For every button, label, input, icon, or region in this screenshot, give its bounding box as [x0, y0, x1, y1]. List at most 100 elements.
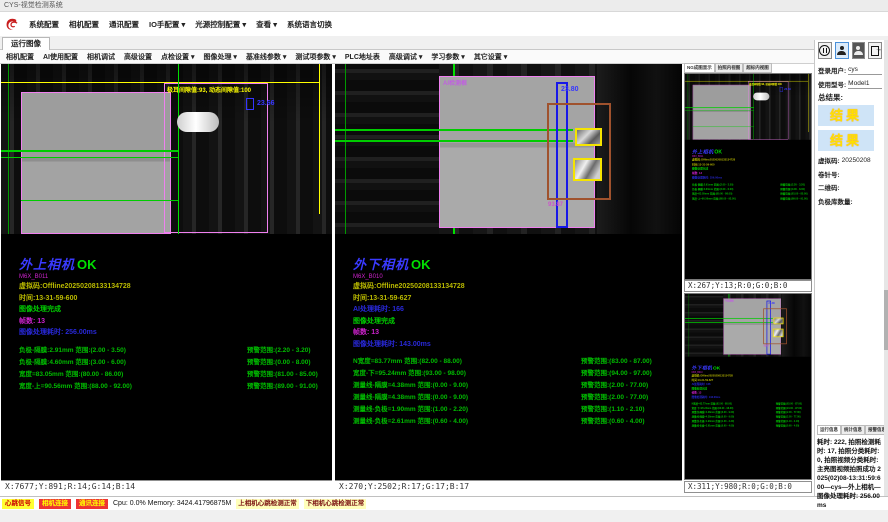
toolbar-ai-config[interactable]: AI使用配置 [43, 52, 78, 62]
measurement-row: 测量线-负极=2.61mm 范围:(0.60 - 4.00)预警范围:(0.60… [353, 416, 678, 428]
result-ok-badge: OK [411, 257, 431, 272]
camera-name: 外上相机 [19, 257, 75, 272]
menu-item-view[interactable]: 查看 ▾ [256, 19, 277, 30]
toolbar-advanced-settings[interactable]: 高级设置 [124, 52, 152, 62]
model-value[interactable]: Model1 [848, 80, 882, 89]
menu-item-camera-config[interactable]: 相机配置 [69, 19, 99, 30]
measurement-row: 宽度-上=90.56mm 范围:(88.00 - 92.00)预警范围:(89.… [692, 196, 812, 201]
camera-image-top[interactable]: 极耳间隙值:93, 动态间隙值:100 23.66 [1, 64, 332, 234]
toolbar-learning-params[interactable]: 学习参数 ▾ [431, 52, 464, 62]
ai-detect-label: AI检测框 [443, 78, 467, 87]
measurement-row: 宽度-上=90.56mm 范围:(88.00 - 92.00)预警范围:(89.… [19, 381, 328, 393]
toolbar-plc-address[interactable]: PLC地址表 [345, 52, 380, 62]
toolbar-camera-config[interactable]: 相机配置 [6, 52, 34, 62]
operator-button[interactable] [852, 42, 866, 59]
camera-panel-bottom: AI检测框 23.80 93.87 外下相机OK M6X_B010 虚拟码:Of… [335, 64, 682, 493]
camera-image-bottom[interactable]: AI检测框 23.80 93.87 [335, 64, 682, 234]
ai-time-line: AI处理耗时: 166 [353, 304, 678, 316]
thumbnail-top-camera-content: 极耳间隙值:93, 动态间隙值:100 23.66 外上相机OK M6X_B01… [685, 74, 812, 235]
camera-connect-badge: 相机连接 [39, 499, 71, 509]
measure-value-label-2: 93.87 [764, 345, 770, 347]
measure-bracket [246, 98, 254, 110]
info-tab-run[interactable]: 运行信息 [817, 425, 841, 435]
run-info-text: 耗时: 222, 拍照检测耗时: 17, 拍照分类耗时: 0, 拍照视频分类耗时… [817, 438, 881, 510]
toolbar-baseline-params[interactable]: 基准线参数 ▾ [246, 52, 286, 62]
measurement-row: 测量线-隔膜=4.38mm 范围:(0.00 - 9.00)预警范围:(2.00… [353, 380, 678, 392]
toolbar-test-params[interactable]: 测试项参数 ▾ [295, 52, 335, 62]
toolbar-advanced-debug[interactable]: 高级调试 ▾ [389, 52, 422, 62]
tab-run-image[interactable]: 运行图像 [2, 37, 50, 50]
camera-info-lines: 虚拟码:Offline20250208133134728 时间:13-31-59… [19, 281, 328, 339]
weld-detect-rect [575, 128, 602, 146]
menu-item-light-config[interactable]: 光源控制配置 ▾ [195, 19, 246, 30]
toolbar-other-settings[interactable]: 其它设置 ▾ [474, 52, 507, 62]
camera-image-bottom[interactable]: AI检测框 23.80 93.87 [685, 294, 812, 357]
qr-code-label: 二维码: [818, 182, 840, 192]
total-result-label: 总结果: [818, 92, 882, 103]
menu-item-system-config[interactable]: 系统配置 [29, 19, 59, 30]
app-logo-icon [4, 17, 19, 32]
camera-image-top[interactable]: 极耳间隙值:93, 动态间隙值:100 23.66 [685, 74, 812, 140]
measurement-row: 测量线-负极=1.90mm 范围:(1.00 - 2.20)预警范围:(1.10… [353, 404, 678, 416]
winding-pin-field: 卷针号: [818, 169, 882, 179]
exit-button[interactable] [868, 42, 882, 59]
ai-detect-label: AI检测框 [725, 299, 734, 302]
menu-item-language-switch[interactable]: 系统语言切换 [287, 19, 332, 30]
thumb-tab-over-limit-view[interactable]: 超标内视图 [743, 63, 772, 73]
measure-line [685, 322, 773, 323]
frame-count-line: 帧数: 13 [353, 327, 678, 339]
result-box-bottom: 结果 [818, 130, 874, 151]
yellow-reference-line-vertical [319, 64, 320, 214]
login-user-value[interactable]: cys [848, 66, 882, 75]
toolbar-camera-debug[interactable]: 相机调试 [87, 52, 115, 62]
camera-sub-code: M6X_B010 [353, 273, 678, 281]
toolbar-spot-check[interactable]: 点检设置 ▾ [161, 52, 194, 62]
side-scrollbar-thumb[interactable] [884, 290, 888, 350]
camera-result-title: 外上相机OK [692, 148, 812, 155]
measure-line [335, 140, 573, 142]
guide-line [345, 64, 346, 234]
menu-item-comm-config[interactable]: 通讯配置 [109, 19, 139, 30]
camera-info-lines: 虚拟码:Offline20250208133134728 时间:13-31-59… [692, 158, 812, 180]
winding-pin-label: 卷针号: [818, 169, 840, 179]
winding-pin-value [842, 171, 882, 179]
virtual-code-line: 虚拟码:Offline20250208133134728 [353, 281, 678, 293]
toolbar-image-processing[interactable]: 图像处理 ▾ [203, 52, 236, 62]
bottom-filler [0, 510, 888, 522]
thumb-tab-photo-view[interactable]: 拍照内视图 [715, 63, 744, 73]
time-line: 时间:13-31-59-600 [19, 293, 328, 305]
camera-result-title: 外下相机OK [353, 254, 678, 273]
login-user-button[interactable] [835, 42, 849, 59]
toolbar: 相机配置 AI使用配置 相机调试 高级设置 点检设置 ▾ 图像处理 ▾ 基准线参… [0, 50, 888, 64]
process-time-line: 图像处理耗时: 256.00ms [692, 176, 812, 180]
gap-value-overlay-text: 极耳间隙值:93, 动态间隙值:100 [749, 82, 782, 85]
machine-texture [685, 294, 723, 357]
anode-count-field: 负极库数量: [818, 196, 882, 206]
menu-item-io-config[interactable]: IO手配置 ▾ [149, 19, 185, 30]
info-tab-stats[interactable]: 统计信息 [841, 425, 865, 435]
result-ok-badge: OK [714, 149, 722, 155]
measure-line [21, 200, 178, 201]
camera-info-lines: 虚拟码:Offline20250208133134728 时间:13-31-59… [353, 281, 678, 350]
thumbnail-top-camera[interactable]: 极耳间隙值:93, 动态间隙值:100 23.66 外上相机OK M6X_B01… [684, 73, 812, 280]
measure-line-vertical [178, 64, 179, 234]
anode-count-label: 负极库数量: [818, 196, 853, 206]
measure-value-label: 23.66 [257, 100, 275, 107]
measure-line [1, 150, 178, 152]
model-label: 使用型号: [818, 79, 846, 89]
virtual-code-line: 虚拟码:Offline20250208133134728 [19, 281, 328, 293]
menu-bar: 系统配置 相机配置 通讯配置 IO手配置 ▾ 光源控制配置 ▾ 查看 ▾ 系统语… [0, 12, 888, 36]
gap-value-overlay-text: 极耳间隙值:93, 动态间隙值:100 [167, 85, 251, 94]
pause-button[interactable] [818, 42, 832, 59]
thumb-tab-ng-display[interactable]: NG成图显示 [684, 63, 715, 73]
window-titlebar: CYS-视觉检测系统 [0, 0, 888, 12]
thumbnail-bottom-camera[interactable]: AI检测框 23.80 93.87 外下相机OK M6X_B010 虚拟码:Of… [684, 293, 812, 480]
weld-detect-rect [573, 158, 602, 181]
machine-texture [335, 64, 439, 234]
side-scrollbar[interactable] [884, 40, 888, 496]
ai-roi-brown-rect [547, 103, 611, 200]
probe-blob [753, 93, 769, 101]
guide-line [8, 64, 9, 234]
camera-result-text-bottom: 外下相机OK M6X_B010 虚拟码:Offline2025020813313… [692, 364, 812, 428]
measurement-row: 宽度-下=95.24mm 范围:(93.00 - 98.00)预警范围:(94.… [353, 368, 678, 380]
